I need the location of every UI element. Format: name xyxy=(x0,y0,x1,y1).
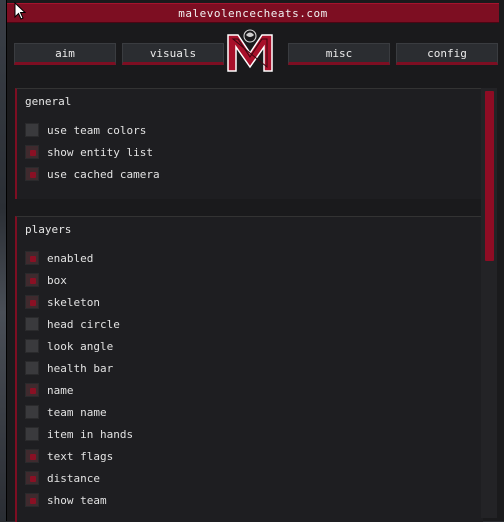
option-skeleton[interactable]: skeleton xyxy=(25,294,100,310)
option-head-circle[interactable]: head circle xyxy=(25,316,120,332)
option-team-name[interactable]: team name xyxy=(25,404,107,420)
option-use-cached-camera[interactable]: use cached camera xyxy=(25,166,160,182)
checkbox[interactable] xyxy=(25,339,39,353)
tab-aim-label: aim xyxy=(55,46,75,60)
option-label: head circle xyxy=(47,317,120,331)
option-label: skeleton xyxy=(47,295,100,309)
tab-visuals-label: visuals xyxy=(149,46,197,60)
title-bar[interactable]: malevolencecheats.com xyxy=(7,3,499,23)
option-box[interactable]: box xyxy=(25,272,67,288)
option-health-bar[interactable]: health bar xyxy=(25,360,113,376)
checkbox[interactable] xyxy=(25,449,39,463)
players-title: players xyxy=(25,223,72,236)
option-label: box xyxy=(47,273,67,287)
checkbox[interactable] xyxy=(25,295,39,309)
general-panel: general use team colors show entity list… xyxy=(15,88,483,199)
option-enabled[interactable]: enabled xyxy=(25,250,93,266)
option-look-angle[interactable]: look angle xyxy=(25,338,113,354)
checkbox[interactable] xyxy=(25,493,39,507)
option-label: team name xyxy=(47,405,107,419)
option-show-team[interactable]: show team xyxy=(25,492,107,508)
option-label: show entity list xyxy=(47,145,153,159)
checkbox[interactable] xyxy=(25,167,39,181)
window-title: malevolencecheats.com xyxy=(178,6,328,20)
checkbox[interactable] xyxy=(25,471,39,485)
option-label: use team colors xyxy=(47,123,147,137)
tab-config[interactable]: config xyxy=(396,43,498,65)
checkbox[interactable] xyxy=(25,405,39,419)
tab-config-label: config xyxy=(427,46,467,60)
checkbox[interactable] xyxy=(25,361,39,375)
option-label: look angle xyxy=(47,339,114,353)
cheat-menu-window: malevolencecheats.com aim visuals misc c… xyxy=(6,0,504,522)
option-label: use cached camera xyxy=(47,167,160,181)
checkbox[interactable] xyxy=(25,427,39,441)
option-label: distance xyxy=(47,471,100,485)
option-name[interactable]: name xyxy=(25,382,74,398)
checkbox[interactable] xyxy=(25,317,39,331)
option-label: show team xyxy=(47,493,107,507)
checkbox[interactable] xyxy=(25,145,39,159)
option-label: name xyxy=(47,383,74,397)
scrollbar[interactable] xyxy=(481,88,497,518)
option-use-team-colors[interactable]: use team colors xyxy=(25,122,146,138)
checkbox[interactable] xyxy=(25,251,39,265)
tab-misc-label: misc xyxy=(325,46,353,60)
tab-aim[interactable]: aim xyxy=(14,43,116,65)
option-label: text flags xyxy=(47,449,114,463)
option-show-entity-list[interactable]: show entity list xyxy=(25,144,153,160)
checkbox[interactable] xyxy=(25,383,39,397)
option-text-flags[interactable]: text flags xyxy=(25,448,113,464)
option-label: enabled xyxy=(47,251,94,265)
scrollbar-thumb[interactable] xyxy=(485,91,494,261)
tab-misc[interactable]: misc xyxy=(288,43,390,65)
option-label: health bar xyxy=(47,361,114,375)
option-label: item in hands xyxy=(47,427,134,441)
players-panel: players enabled box skeleton head circle… xyxy=(15,216,483,522)
general-title: general xyxy=(25,95,72,108)
option-item-in-hands[interactable]: item in hands xyxy=(25,426,133,442)
tab-visuals[interactable]: visuals xyxy=(122,43,224,65)
checkbox[interactable] xyxy=(25,123,39,137)
checkbox[interactable] xyxy=(25,273,39,287)
option-distance[interactable]: distance xyxy=(25,470,100,486)
brand-logo-icon xyxy=(224,27,276,77)
